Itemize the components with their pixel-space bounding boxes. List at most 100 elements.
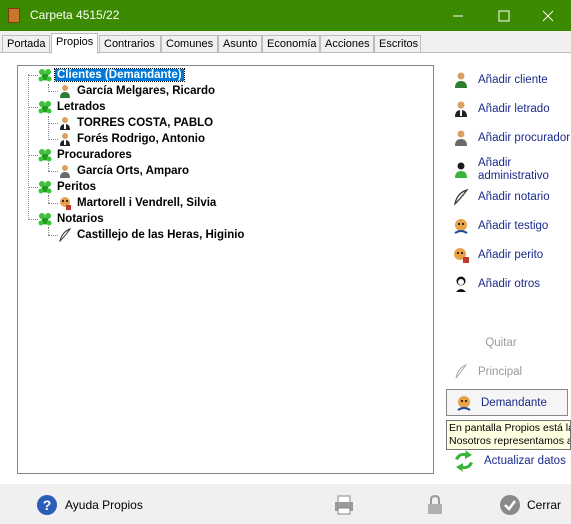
maximize-button[interactable] [481,0,527,31]
tree-connector [28,186,38,188]
tree-group-label: Clientes (Demandante) [54,68,185,82]
add-perito-label: Añadir perito [478,249,544,261]
client-person-icon [60,85,70,98]
tab-escritos[interactable]: Escritos [374,35,421,53]
procurator-icon [60,165,70,178]
add-administrativo-line1: Añadir [478,157,512,169]
tree-group-peritos[interactable]: Peritos [28,179,98,195]
tree-group-label: Peritos [57,181,96,193]
quill-pen-icon [59,228,72,242]
window-title: Carpeta 4515/22 [30,8,120,22]
tab-contrarios[interactable]: Contrarios [99,35,161,53]
tree-connector [48,202,58,204]
actualizar-label: Actualizar datos [484,455,566,467]
minimize-button[interactable] [435,0,481,31]
add-administrativo-button[interactable]: Añadir administrativo [446,154,571,186]
group-icon [38,69,52,82]
tree-item-label: Castillejo de las Heras, Higinio [77,229,245,241]
tree-group-clientes[interactable]: Clientes (Demandante) [28,67,185,83]
add-perito-button[interactable]: Añadir perito [446,245,571,265]
tab-propios[interactable]: Propios [51,33,98,54]
close-icon [542,10,554,21]
group-icon [38,213,52,226]
ayuda-label: Ayuda Propios [65,498,143,512]
witness-icon [457,395,471,411]
add-cliente-label: Añadir cliente [478,74,548,86]
tree-item-procurador[interactable]: García Orts, Amparo [48,163,191,179]
footer-bar: ? Ayuda Propios Cerrar [0,486,571,524]
add-procurador-button[interactable]: Añadir procurador [446,128,571,148]
expert-icon [454,248,469,263]
cerrar-button[interactable]: Cerrar [499,486,561,524]
tree-item-perito[interactable]: Martorell i Vendrell, Silvia [48,195,218,211]
procurator-icon [455,130,467,146]
title-bar: Carpeta 4515/22 [0,0,571,31]
tree-connector [48,234,58,236]
close-button[interactable] [525,0,571,31]
tree-group-letrados[interactable]: Letrados [28,99,108,115]
quill-pen-icon [454,188,469,206]
tree-item-label: Forés Rodrigo, Antonio [77,133,205,145]
tree-item-notario[interactable]: Castillejo de las Heras, Higinio [48,227,246,243]
add-testigo-button[interactable]: Añadir testigo [446,216,571,236]
tab-strip: Portada Propios Contrarios Comunes Asunt… [0,33,571,54]
tree-group-notarios[interactable]: Notarios [28,211,106,227]
cerrar-label: Cerrar [527,498,562,512]
quill-pen-icon [455,363,468,379]
expert-icon [60,197,71,210]
add-administrativo-label: Añadir administrativo [478,157,549,183]
lock-button[interactable] [424,486,446,524]
add-letrado-button[interactable]: Añadir letrado [446,99,571,119]
principal-button[interactable]: Principal [446,362,571,382]
lock-icon [428,494,442,514]
tree-group-label: Letrados [57,101,106,113]
tab-portada[interactable]: Portada [2,35,50,53]
tree-connector [48,138,58,140]
maximize-icon [498,10,510,21]
tab-comunes[interactable]: Comunes [161,35,218,53]
print-button[interactable] [333,486,355,524]
demandante-label: Demandante [481,396,547,409]
tooltip-line2: Nosotros representamos a [449,435,571,447]
demandante-button[interactable]: Demandante [446,389,568,416]
add-cliente-button[interactable]: Añadir cliente [446,70,571,90]
info-tooltip: En pantalla Propios está la Nosotros rep… [446,420,571,450]
principal-label: Principal [478,366,523,378]
group-icon [38,149,52,162]
add-otros-label: Añadir otros [478,278,541,290]
lawyer-icon [455,101,467,117]
add-letrado-label: Añadir letrado [478,103,550,115]
ayuda-button[interactable]: ? Ayuda Propios [36,486,143,524]
tooltip-line1: En pantalla Propios está la [449,422,571,434]
tree-group-procuradores[interactable]: Procuradores [28,147,134,163]
lawyer-icon [60,133,70,146]
client-person-icon [455,72,467,88]
tree-item-letrado[interactable]: TORRES COSTA, PABLO [48,115,215,131]
tree-item-label: García Orts, Amparo [77,165,190,177]
tree-connector [48,170,58,172]
folder-icon [8,8,20,23]
add-notario-button[interactable]: Añadir notario [446,187,571,207]
tree-item-label: TORRES COSTA, PABLO [77,117,214,129]
tab-asunto[interactable]: Asunto [218,35,262,53]
add-administrativo-line2: administrativo [478,170,549,182]
tab-economia[interactable]: Economía [262,35,320,53]
minimize-icon [453,15,463,16]
quitar-button[interactable]: Quitar [446,333,556,353]
tree-connector [28,218,38,220]
tree-view[interactable]: Clientes (Demandante) García Melgares, R… [17,65,434,474]
tree-item-letrado[interactable]: Forés Rodrigo, Antonio [48,131,207,147]
check-icon [500,495,520,515]
printer-icon [335,495,353,515]
actualizar-datos-button[interactable]: Actualizar datos [452,450,566,472]
tree-connector [28,154,38,156]
add-otros-button[interactable]: Añadir otros [446,274,571,294]
tab-acciones[interactable]: Acciones [320,35,374,53]
tree-group-label: Procuradores [57,149,132,161]
other-person-icon [456,276,466,292]
tree-connector [48,122,58,124]
tree-item-cliente[interactable]: García Melgares, Ricardo [48,83,217,99]
quitar-label: Quitar [485,337,517,349]
add-procurador-label: Añadir procurador [478,132,571,144]
admin-person-icon [455,162,467,178]
